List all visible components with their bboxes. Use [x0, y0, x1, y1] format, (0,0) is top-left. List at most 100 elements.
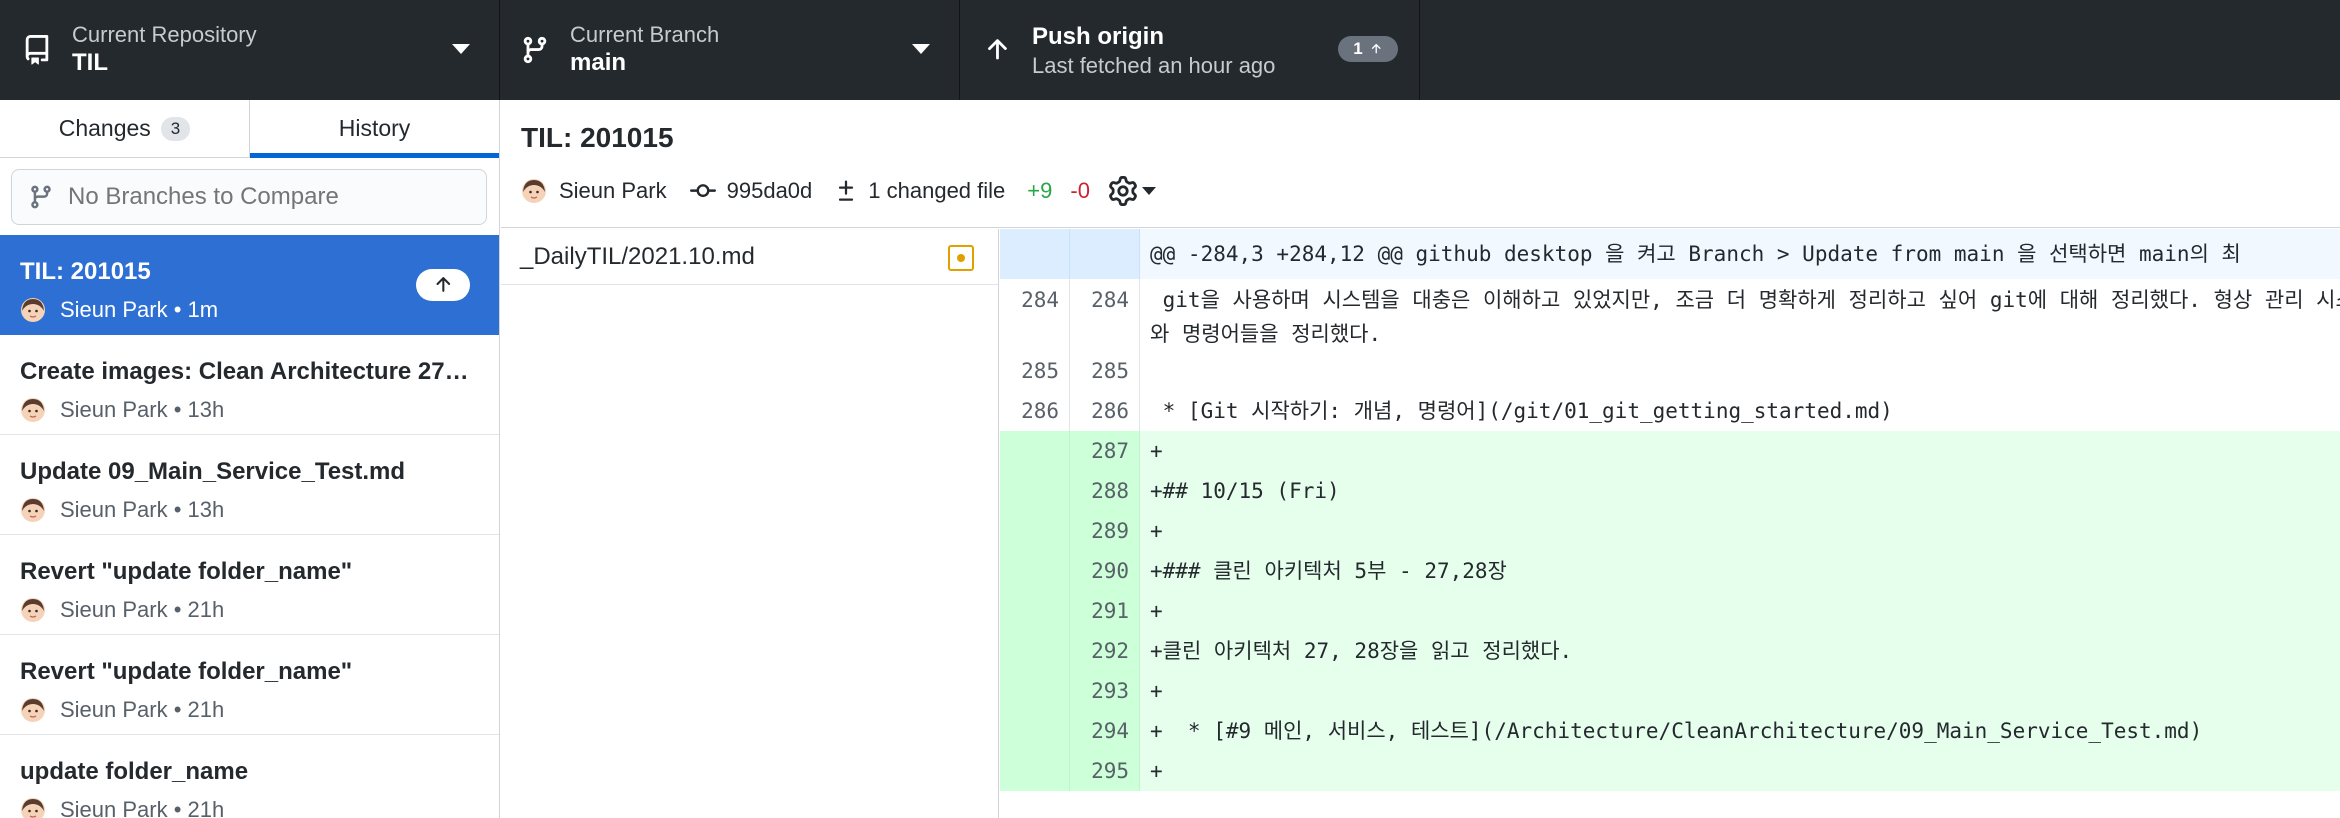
repository-label: Current Repository: [72, 22, 257, 47]
commit-list-item[interactable]: Update 09_Main_Service_Test.md Sieun Par…: [0, 435, 499, 535]
new-line-number: 294: [1070, 711, 1140, 751]
old-line-number: [1000, 431, 1070, 471]
diff-added-line[interactable]: 287 +: [1000, 431, 2340, 471]
changed-files: 1 changed file: [834, 178, 1005, 204]
avatar: [21, 798, 45, 818]
compare-branch-input[interactable]: [68, 183, 468, 211]
commit-sha-text: 995da0d: [726, 178, 813, 203]
repository-name: TIL: [72, 49, 108, 76]
commit-meta: Sieun Park • 21h: [20, 797, 224, 818]
push-origin-button[interactable]: Push origin Last fetched an hour ago 1: [960, 0, 1420, 100]
gear-icon: [1109, 176, 1137, 206]
line-content: [1140, 351, 1150, 391]
commit-sha[interactable]: 995da0d: [689, 178, 813, 204]
changed-files-text: 1 changed file: [868, 178, 1006, 203]
diff-added-line[interactable]: 295 +: [1000, 751, 2340, 791]
diff-context-line[interactable]: 285 285: [1000, 351, 2340, 391]
diff-context-line[interactable]: 284 284 git을 사용하며 시스템을 대충은 이해하고 있었지만, 조금…: [1000, 279, 2340, 351]
diff-added-line[interactable]: 294 + * [#9 메인, 서비스, 테스트](/Architecture/…: [1000, 711, 2340, 751]
avatar: [21, 698, 45, 722]
old-line-number: [1000, 711, 1070, 751]
commit-list-item[interactable]: Create images: Clean Architecture 27,28장…: [0, 335, 499, 435]
diff-hunk-header[interactable]: @@ -284,3 +284,12 @@ github desktop 을 켜고…: [1000, 229, 2340, 279]
branch-icon: [523, 36, 547, 64]
old-line-number: 285: [1000, 351, 1070, 391]
new-line-number: 284: [1070, 279, 1140, 351]
commit-title: update folder_name: [20, 758, 249, 785]
old-line-number: [1000, 671, 1070, 711]
commit-title: TIL: 201015: [20, 258, 151, 285]
new-line-number: 292: [1070, 631, 1140, 671]
commit-author-name: Sieun Park: [559, 178, 667, 203]
hunk-text: @@ -284,3 +284,12 @@ github desktop 을 켜고…: [1150, 242, 2241, 266]
diff-context-line[interactable]: 286 286 * [Git 시작하기: 개념, 명령어](/git/01_gi…: [1000, 391, 2340, 431]
file-list-item[interactable]: _DailyTIL/2021.10.md: [501, 229, 998, 285]
compare-branch-field[interactable]: [11, 169, 487, 225]
tab-changes[interactable]: Changes 3: [0, 100, 250, 157]
changes-count-badge: 3: [160, 116, 191, 141]
new-line-number: 293: [1070, 671, 1140, 711]
git-commit-icon: [689, 184, 716, 198]
commit-list-item[interactable]: update folder_name Sieun Park • 21h: [0, 735, 499, 818]
old-line-number: [1000, 229, 1070, 279]
diff-added-line[interactable]: 293 +: [1000, 671, 2340, 711]
sidebar-tabs: Changes 3 History: [0, 100, 499, 158]
line-content: +: [1150, 599, 1163, 623]
diff-added-line[interactable]: 290 +### 클린 아키텍처 5부 - 27,28장: [1000, 551, 2340, 591]
commit-author-time: Sieun Park • 21h: [60, 797, 225, 818]
commit-summary-header: TIL: 201015 Sieun Park 995da0d 1 changed…: [501, 100, 2340, 228]
old-line-number: 286: [1000, 391, 1070, 431]
chevron-down-icon: [912, 44, 930, 54]
avatar: [21, 398, 45, 422]
diff-settings-button[interactable]: [1108, 176, 1156, 206]
commit-author-time: Sieun Park • 1m: [60, 297, 219, 322]
old-line-number: [1000, 751, 1070, 791]
branch-label: Current Branch: [570, 22, 720, 47]
line-content: +클린 아키텍처 27, 28장을 읽고 정리했다.: [1150, 639, 1573, 663]
diff-added-line[interactable]: 291 +: [1000, 591, 2340, 631]
tab-history[interactable]: History: [250, 100, 499, 158]
commit-meta: Sieun Park • 21h: [20, 697, 224, 723]
commit-meta: Sieun Park • 1m: [20, 297, 218, 323]
new-line-number: 290: [1070, 551, 1140, 591]
commit-author: Sieun Park: [521, 178, 667, 204]
line-content: +: [1150, 519, 1163, 543]
commit-title: Revert "update folder_name": [20, 558, 353, 585]
file-path: _DailyTIL/2021.10.md: [520, 242, 755, 270]
chevron-down-icon: [1141, 187, 1156, 195]
line-content: +: [1150, 759, 1163, 783]
commit-meta: Sieun Park • 13h: [20, 497, 224, 523]
commit-summary-title: TIL: 201015: [521, 122, 674, 153]
diff-added-line[interactable]: 292 +클린 아키텍처 27, 28장을 읽고 정리했다.: [1000, 631, 2340, 671]
current-branch-button[interactable]: Current Branch main: [500, 0, 960, 100]
commit-meta: Sieun Park • 21h: [20, 597, 224, 623]
diff-added-line[interactable]: 288 +## 10/15 (Fri): [1000, 471, 2340, 511]
commit-list-item[interactable]: TIL: 201015 Sieun Park • 1m: [0, 235, 499, 335]
commit-title: Update 09_Main_Service_Test.md: [20, 458, 406, 485]
new-line-number: 287: [1070, 431, 1140, 471]
new-line-number: 291: [1070, 591, 1140, 631]
line-content: * [Git 시작하기: 개념, 명령어](/git/01_git_gettin…: [1150, 399, 1893, 423]
line-content: +: [1150, 439, 1163, 463]
commit-title: Revert "update folder_name": [20, 658, 353, 685]
avatar: [21, 298, 45, 322]
history-sidebar: Changes 3 History TIL: 201015 Sieun Park…: [0, 100, 500, 818]
chevron-down-icon: [452, 44, 470, 54]
file-modified-icon: [948, 245, 974, 271]
unpushed-count: 1: [1353, 39, 1363, 58]
commit-list-item[interactable]: Revert "update folder_name" Sieun Park •…: [0, 535, 499, 635]
diff-added-line[interactable]: 289 +: [1000, 511, 2340, 551]
branch-name: main: [570, 49, 627, 76]
line-content-part: git을 사용하며 시스템을 대충은 이해하고 있었지만, 조금 더 명확하게 …: [1150, 288, 2340, 312]
old-line-number: [1000, 631, 1070, 671]
tab-history-label: History: [338, 115, 411, 141]
line-content: +: [1150, 679, 1163, 703]
old-line-number: [1000, 591, 1070, 631]
arrow-up-icon: [1371, 43, 1381, 54]
line-content: + * [#9 메인, 서비스, 테스트](/Architecture/Clea…: [1150, 719, 2203, 743]
unpushed-count-badge: 1: [1338, 36, 1398, 62]
commit-list-item[interactable]: Revert "update folder_name" Sieun Park •…: [0, 635, 499, 735]
current-repository-button[interactable]: Current Repository TIL: [0, 0, 500, 100]
line-content: git을 사용하며 시스템을 대충은 이해하고 있었지만, 조금 더 명확하게 …: [1140, 279, 2340, 351]
old-line-number: [1000, 471, 1070, 511]
